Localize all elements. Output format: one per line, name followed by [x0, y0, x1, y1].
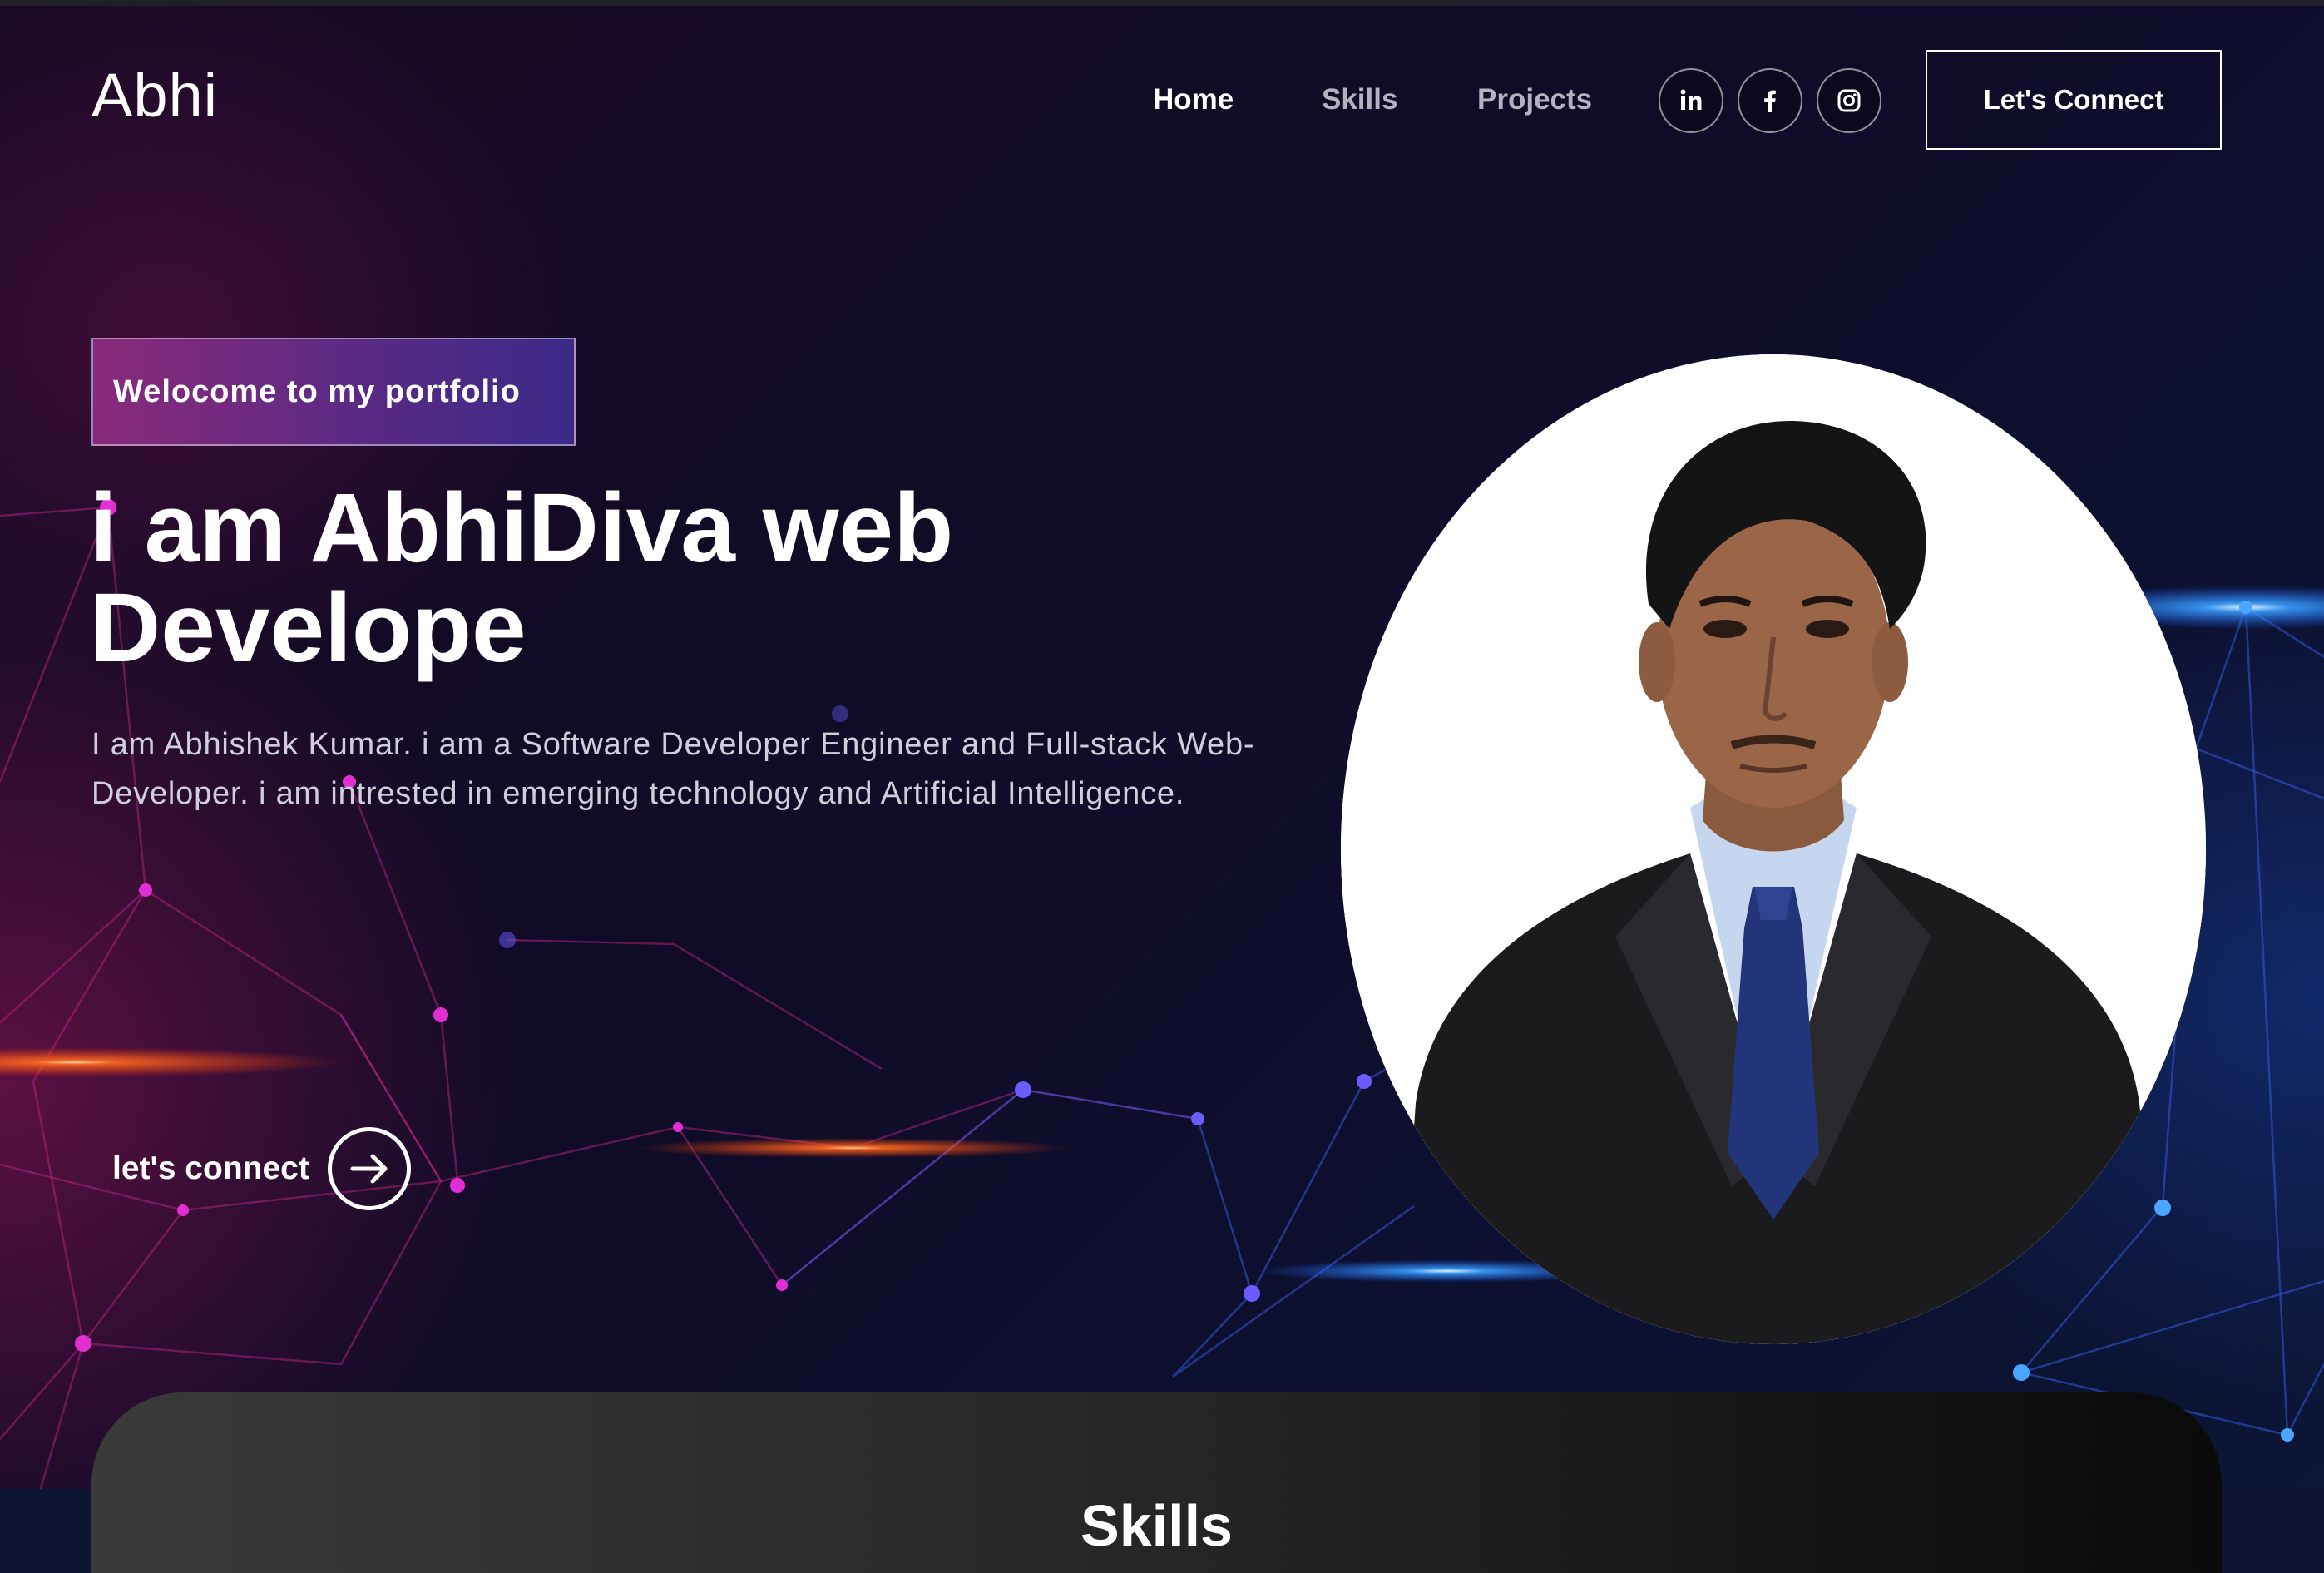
nav-link-home[interactable]: Home: [1153, 83, 1234, 116]
linkedin-button[interactable]: [1659, 68, 1723, 133]
brand-logo[interactable]: Abhi: [91, 60, 218, 131]
hero-intro: I am Abhishek Kumar. i am a Software Dev…: [91, 727, 1255, 811]
lets-connect-link[interactable]: let's connect: [112, 1123, 411, 1214]
headline-line-1: i am AbhiDiva web: [90, 473, 954, 583]
skills-title: Skills: [1080, 1493, 1233, 1558]
linkedin-icon: [1680, 89, 1702, 110]
cta-label: let's connect: [112, 1150, 309, 1186]
lets-connect-button[interactable]: Let's Connect: [1926, 50, 2222, 150]
headline-line-2: Develope: [90, 573, 527, 683]
hero-headline: i am AbhiDiva web Develope: [90, 478, 1254, 678]
skills-section: Skills: [91, 1392, 2222, 1573]
facebook-button[interactable]: [1738, 68, 1802, 133]
nav-link-projects[interactable]: Projects: [1477, 83, 1592, 116]
welcome-tagline: Welocome to my portfolio: [91, 338, 576, 446]
page: Abhi Home Skills Projects Let's Connect …: [0, 0, 2324, 1573]
instagram-icon: [1837, 89, 1861, 112]
facebook-icon: [1764, 90, 1776, 112]
profile-photo: [1341, 354, 2206, 1344]
instagram-button[interactable]: [1817, 68, 1881, 133]
nav-link-skills[interactable]: Skills: [1322, 83, 1397, 116]
arrow-right-circle-icon[interactable]: [327, 1127, 411, 1210]
